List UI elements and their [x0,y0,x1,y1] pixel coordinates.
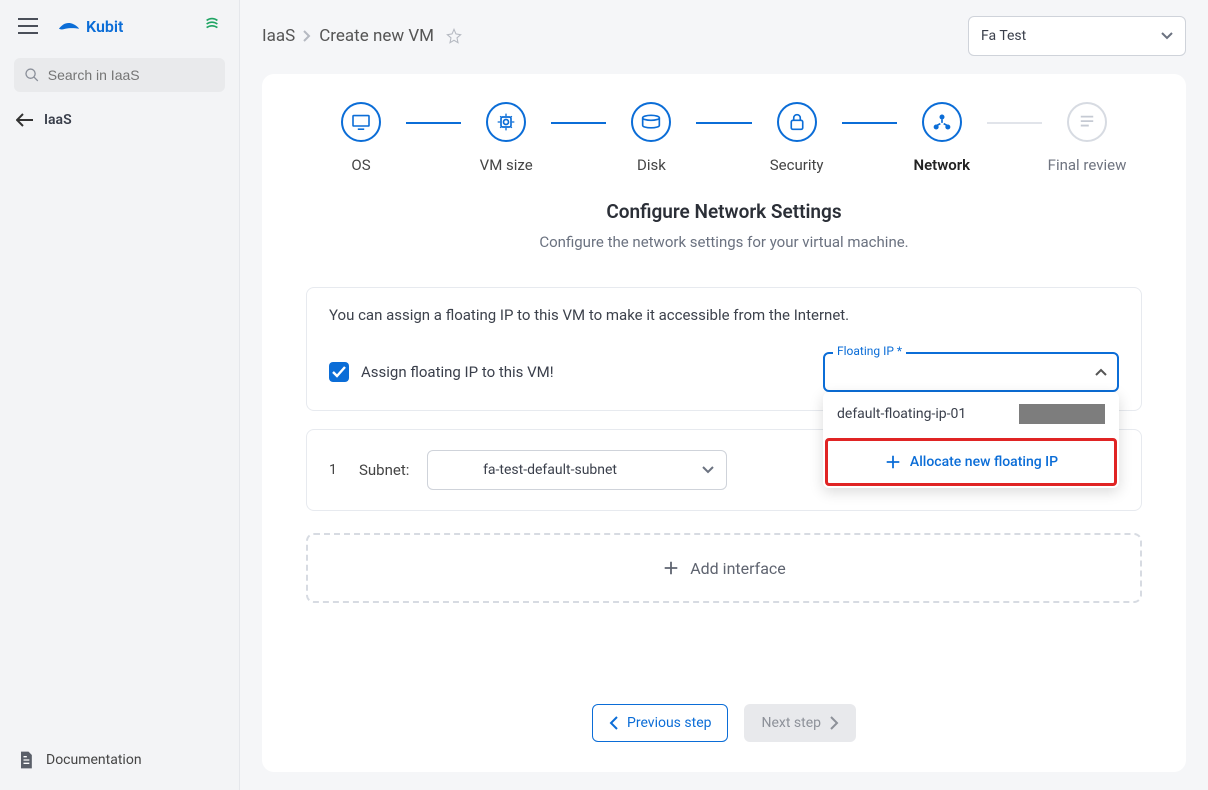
step-os[interactable]: OS [316,102,406,174]
floating-ip-field: Floating IP * default-floating-ip-01 [823,352,1119,392]
favorite-star-icon[interactable] [446,28,462,44]
next-step-label: Next step [761,715,821,731]
brand-swoosh-icon [58,19,80,33]
step-security[interactable]: Security [752,102,842,174]
sidebar: Kubit IaaS Documentation [0,0,240,790]
step-network[interactable]: Network [897,102,987,174]
project-selector[interactable]: Fa Test [968,16,1186,56]
monitor-icon [351,114,371,130]
subnet-select-value: fa-test-default-subnet [483,462,617,478]
plus-icon [662,559,680,577]
floating-ip-select[interactable] [823,352,1119,392]
chevron-down-icon [702,466,714,474]
breadcrumb-create-vm[interactable]: Create new VM [319,26,434,46]
step-os-label: OS [351,156,370,174]
cpu-icon [496,112,516,132]
floating-ip-dropdown: default-floating-ip-01 Allocate new floa… [823,392,1119,488]
step-vm-size[interactable]: VM size [461,102,551,174]
step-disk-label: Disk [637,156,666,174]
next-step-button: Next step [744,704,856,742]
search-icon [24,66,40,84]
assign-floating-ip-checkbox[interactable] [329,362,349,382]
hamburger-menu-button[interactable] [14,12,42,40]
project-selected-value: Fa Test [981,28,1026,44]
subnet-label: Subnet: [359,461,409,479]
search-input[interactable] [48,67,215,83]
arrow-left-icon [16,113,34,127]
wizard-footer: Previous step Next step [306,664,1142,742]
previous-step-label: Previous step [627,715,711,731]
step-network-label: Network [914,156,971,174]
network-icon [932,113,952,131]
secondary-logo-icon[interactable] [203,15,225,37]
wizard-card: OS VM size Disk Security [262,74,1186,772]
floating-ip-description: You can assign a floating IP to this VM … [329,306,1119,324]
step-vm-size-label: VM size [480,156,533,174]
plus-icon [884,453,902,471]
floating-ip-panel: You can assign a floating IP to this VM … [306,287,1142,411]
documentation-link[interactable]: Documentation [0,736,239,790]
disk-icon [641,114,661,130]
chevron-right-icon [303,30,311,42]
brand-name: Kubit [86,17,123,36]
brand-logo[interactable]: Kubit [58,17,123,36]
check-icon [332,366,346,378]
page-title: Configure Network Settings [306,200,1142,223]
nav-back-iaas[interactable]: IaaS [0,102,239,138]
previous-step-button[interactable]: Previous step [592,704,728,742]
lock-icon [789,113,805,131]
nav-iaas-label: IaaS [44,112,72,128]
chevron-left-icon [609,716,619,730]
step-final-review-label: Final review [1048,156,1127,174]
chevron-down-icon [1161,32,1173,40]
add-interface-label: Add interface [690,559,786,578]
stepper: OS VM size Disk Security [306,102,1142,174]
breadcrumb-iaas[interactable]: IaaS [262,26,295,46]
breadcrumb: IaaS Create new VM [262,26,462,46]
main-content: IaaS Create new VM Fa Test [240,0,1208,790]
redacted-ip-value [1019,404,1105,424]
page-subtitle: Configure the network settings for your … [306,233,1142,251]
topbar: IaaS Create new VM Fa Test [262,12,1186,60]
step-disk[interactable]: Disk [606,102,696,174]
floating-ip-option-label: default-floating-ip-01 [837,406,966,422]
subnet-select[interactable]: fa-test-default-subnet [427,450,727,490]
allocate-new-floating-ip-label: Allocate new floating IP [910,454,1058,470]
add-interface-button[interactable]: Add interface [306,533,1142,603]
step-final-review[interactable]: Final review [1042,102,1132,174]
interface-index: 1 [329,462,341,478]
chevron-right-icon [829,716,839,730]
search-input-container[interactable] [14,58,225,92]
allocate-new-floating-ip[interactable]: Allocate new floating IP [825,438,1117,486]
document-icon [16,750,36,770]
floating-ip-option-default[interactable]: default-floating-ip-01 [823,392,1119,436]
step-security-label: Security [770,156,824,174]
review-icon [1078,114,1096,130]
floating-ip-input-label: Floating IP * [833,344,906,358]
chevron-up-icon [1095,368,1107,376]
assign-floating-ip-label: Assign floating IP to this VM! [361,363,554,381]
documentation-label: Documentation [46,752,142,768]
